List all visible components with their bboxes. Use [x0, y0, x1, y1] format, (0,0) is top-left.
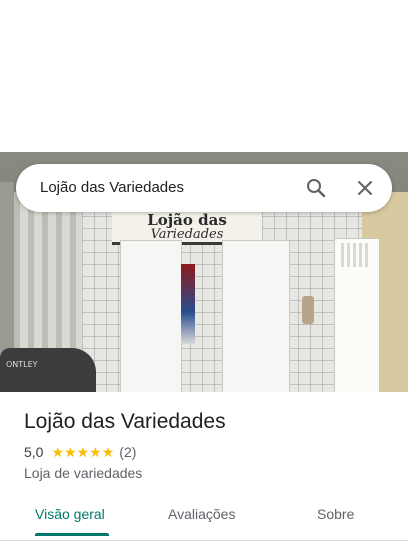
- star-icon: ★: [76, 444, 90, 460]
- search-bar[interactable]: Lojão das Variedades: [16, 164, 392, 212]
- review-count[interactable]: (2): [119, 444, 136, 460]
- star-icon: ★: [51, 444, 65, 460]
- search-icon[interactable]: [304, 176, 328, 200]
- photo-poster: [181, 264, 195, 344]
- place-title: Lojão das Variedades: [24, 410, 226, 433]
- photo-car: [0, 348, 96, 392]
- photo-shutter-door-left: [120, 240, 182, 392]
- close-icon[interactable]: [353, 176, 377, 200]
- blank-header-area: [0, 0, 408, 152]
- place-category[interactable]: Loja de variedades: [24, 465, 142, 481]
- tab-reviews[interactable]: Avaliações: [168, 506, 235, 522]
- tab-about[interactable]: Sobre: [317, 506, 354, 522]
- photo-wall-fixture: [302, 296, 314, 324]
- star-icon: ★: [101, 444, 115, 460]
- tabs-divider: [0, 540, 408, 541]
- star-icon: ★: [89, 444, 102, 460]
- place-tabs: Visão geral Avaliações Sobre: [0, 496, 408, 540]
- star-icon: ★: [64, 444, 77, 460]
- rating-row[interactable]: 5,0 ★ ★ ★ ★ ★ (2): [24, 444, 136, 460]
- active-tab-indicator: [35, 533, 109, 536]
- rating-value: 5,0: [24, 444, 44, 460]
- rating-stars: ★ ★ ★ ★ ★: [51, 445, 114, 459]
- search-input[interactable]: Lojão das Variedades: [40, 179, 184, 196]
- store-sign-line1: Lojão das: [147, 211, 227, 229]
- photo-shutter-door-right: [222, 240, 290, 392]
- photo-side-door: [334, 238, 380, 392]
- tab-overview[interactable]: Visão geral: [35, 506, 105, 522]
